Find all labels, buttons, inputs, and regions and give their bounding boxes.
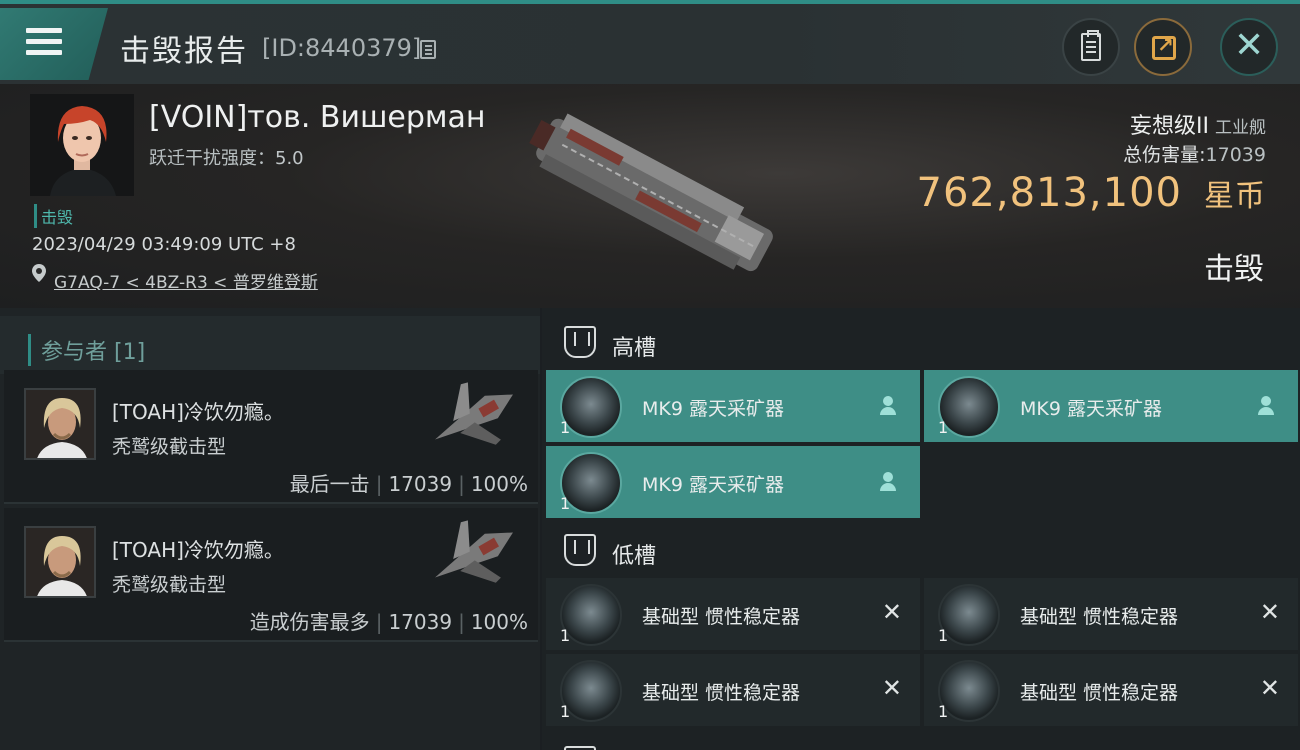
- destroyed-x-icon: ✕: [881, 674, 902, 702]
- module-qty: 1: [560, 494, 571, 513]
- high-slots-header: 高槽: [542, 312, 1300, 370]
- report-id: [ID:8440379]: [262, 34, 422, 62]
- module-item[interactable]: 1 MK9 露天采矿器: [924, 370, 1298, 442]
- total-damage-label: 总伤害量:: [1123, 144, 1206, 166]
- module-item[interactable]: 1 基础型 惯性稳定器 ✕: [924, 578, 1298, 650]
- total-damage-value: 17039: [1205, 144, 1266, 166]
- warp-label: 跃迁干扰强度：: [149, 148, 275, 169]
- close-button[interactable]: ✕: [1220, 18, 1278, 76]
- module-item[interactable]: 1 基础型 惯性稳定器 ✕: [546, 578, 920, 650]
- module-name: 基础型 惯性稳定器: [1020, 682, 1179, 704]
- total-damage: 总伤害量:17039: [1123, 140, 1266, 167]
- clipboard-icon: [1081, 30, 1101, 61]
- participant-avatar[interactable]: [24, 526, 96, 598]
- victim-summary: [VOIN]тов. Вишерман 跃迁干扰强度：5.0 击毁 2023/0…: [0, 84, 1300, 308]
- module-name: MK9 露天采矿器: [1020, 398, 1162, 420]
- page-title: 击毁报告: [120, 34, 248, 69]
- isk-amount: 762,813,100: [916, 170, 1182, 216]
- participant-ship-image: [435, 520, 513, 583]
- module-name: 基础型 惯性稳定器: [642, 682, 801, 704]
- participant-role: 造成伤害最多: [249, 610, 370, 634]
- participant-card[interactable]: [TOAH]冷饮勿瘾。 秃鹫级截击型 最后一击 | 17039 | 100%: [4, 370, 538, 504]
- module-name: 基础型 惯性稳定器: [642, 606, 801, 628]
- participant-ship: 秃鹫级截击型: [112, 574, 227, 596]
- location-pin-icon: [32, 264, 46, 282]
- participant-stats: 最后一击 | 17039 | 100%: [289, 472, 528, 496]
- module-qty: 1: [560, 418, 571, 437]
- participants-panel: 参与者 [1] [TOAH]冷饮勿瘾。 秃鹫级截击型 最后一击 | 17039 | 10…: [0, 308, 540, 750]
- participant-damage: 17039: [388, 472, 453, 496]
- destroyed-x-icon: ✕: [881, 598, 902, 626]
- hamburger-icon: [26, 28, 62, 56]
- participant-name[interactable]: [TOAH]冷饮勿瘾。: [112, 534, 284, 563]
- high-slot-icon: [564, 326, 596, 358]
- module-name: MK9 露天采矿器: [642, 398, 784, 420]
- participant-role: 最后一击: [289, 472, 370, 496]
- warp-value: 5.0: [275, 148, 304, 169]
- kill-result: 击毁: [1204, 252, 1264, 287]
- kill-location-link[interactable]: G7AQ-7 < 4BZ-R3 < 普罗维登斯: [54, 268, 318, 293]
- module-qty: 1: [560, 702, 571, 721]
- module-item[interactable]: 1 MK9 露天采矿器: [546, 370, 920, 442]
- participant-card[interactable]: [TOAH]冷饮勿瘾。 秃鹫级截击型 造成伤害最多 | 17039 | 100%: [4, 508, 538, 642]
- dropped-person-icon: [880, 472, 896, 492]
- ship-class: 妄想级II 工业舰: [1130, 108, 1266, 140]
- clipboard-button[interactable]: [1062, 18, 1120, 76]
- dropped-person-icon: [1258, 396, 1274, 416]
- participant-avatar[interactable]: [24, 388, 96, 460]
- low-slots-header: 低槽: [542, 520, 1300, 578]
- high-slots-label: 高槽: [612, 336, 657, 361]
- module-name: 基础型 惯性稳定器: [1020, 606, 1179, 628]
- isk-unit: 星币: [1204, 179, 1266, 214]
- module-qty: 1: [938, 418, 949, 437]
- ship-type: 工业舰: [1215, 118, 1266, 138]
- participant-damage: 17039: [388, 610, 453, 634]
- participant-percent: 100%: [470, 610, 528, 634]
- module-qty: 1: [938, 702, 949, 721]
- module-qty: 1: [938, 626, 949, 645]
- warp-disruption: 跃迁干扰强度：5.0: [149, 144, 304, 170]
- top-bar: 击毁报告 [ID:8440379] ✕: [0, 0, 1300, 84]
- isk-value: 762,813,100 星币: [917, 170, 1266, 216]
- share-icon: [1152, 33, 1176, 60]
- slot-icon: [564, 746, 596, 750]
- low-slots-label: 低槽: [612, 544, 657, 569]
- destroyed-x-icon: ✕: [1259, 598, 1280, 626]
- status-badge: 击毁: [34, 204, 73, 228]
- module-item[interactable]: 1 基础型 惯性稳定器 ✕: [924, 654, 1298, 726]
- participant-percent: 100%: [470, 472, 528, 496]
- participant-stats: 造成伤害最多 | 17039 | 100%: [249, 610, 528, 634]
- next-slots-header: [542, 732, 1300, 750]
- kill-datetime: 2023/04/29 03:49:09 UTC +8: [32, 234, 296, 255]
- fitting-panel: 高槽 1 MK9 露天采矿器 1 MK9 露天采矿器 1 MK9 露天采矿器 低…: [542, 308, 1300, 750]
- victim-portrait[interactable]: [30, 94, 134, 196]
- module-item[interactable]: 1 MK9 露天采矿器: [546, 446, 920, 518]
- module-qty: 1: [560, 626, 571, 645]
- module-item[interactable]: 1 基础型 惯性稳定器 ✕: [546, 654, 920, 726]
- low-slot-icon: [564, 534, 596, 566]
- ship-name[interactable]: 妄想级II: [1130, 114, 1209, 139]
- victim-ship-image: [529, 113, 773, 272]
- participant-name[interactable]: [TOAH]冷饮勿瘾。: [112, 396, 284, 425]
- dropped-person-icon: [880, 396, 896, 416]
- close-icon: ✕: [1234, 25, 1265, 66]
- participants-title: 参与者 [1]: [28, 334, 145, 366]
- participant-ship: 秃鹫级截击型: [112, 436, 227, 458]
- destroyed-x-icon: ✕: [1259, 674, 1280, 702]
- menu-button[interactable]: [0, 8, 108, 80]
- participants-header: 参与者 [1]: [0, 316, 540, 374]
- participant-ship-image: [435, 382, 513, 445]
- share-button[interactable]: [1134, 18, 1192, 76]
- module-name: MK9 露天采矿器: [642, 474, 784, 496]
- copy-icon[interactable]: [420, 40, 436, 59]
- victim-name[interactable]: [VOIN]тов. Вишерман: [149, 100, 486, 135]
